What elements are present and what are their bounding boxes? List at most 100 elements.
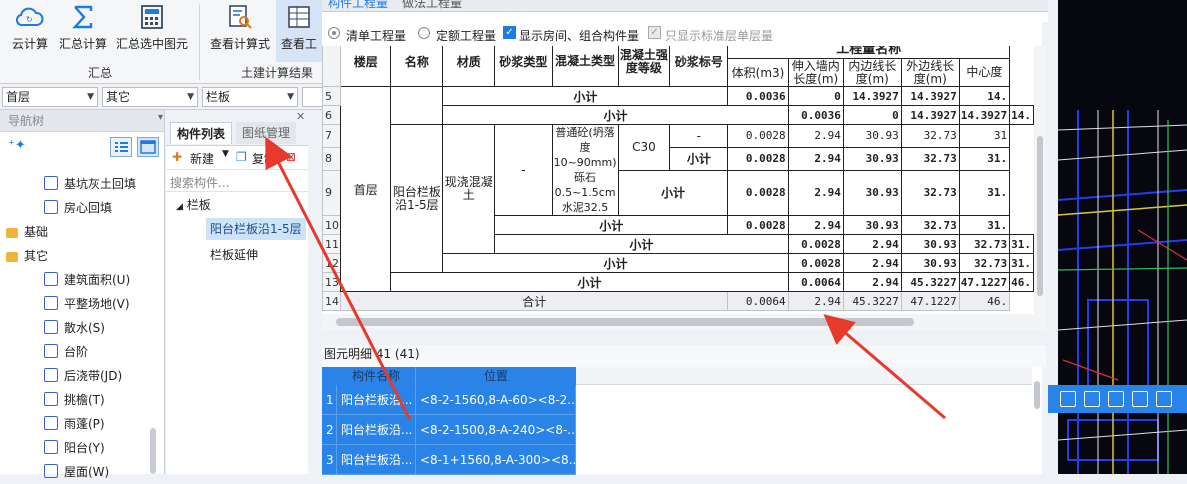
tab-component-qty[interactable]: 构件工程量 [328,0,388,11]
detail-col-pos[interactable]: 位置 [416,367,576,385]
checkbox-show-room[interactable]: ✓ [503,26,516,39]
tab-method-qty[interactable]: 做法工程量 [402,0,462,11]
header-floor: 楼层 [339,46,392,87]
table-icon [284,2,314,32]
nav-item-label: 后浇带(JD) [64,369,123,383]
sigma-icon [68,2,98,32]
check-icon[interactable] [1108,391,1124,407]
cell-outer: 32.73 [900,169,960,216]
extra-select[interactable] [302,87,322,107]
nav-item[interactable]: 房心回填 [44,196,112,220]
nav-item[interactable]: 基坑灰土回填 [44,172,136,196]
tab-component-list[interactable]: 构件列表 [170,122,233,144]
nav-item[interactable]: 其它 [6,244,48,268]
row-number: 14 [322,291,341,311]
search-input[interactable]: 搜索构件... [170,174,229,191]
nav-item[interactable]: 基础 [6,220,48,244]
options-bar: 清单工程量 定额工程量 ✓ 显示房间、组合构件量 ✓ 只显示标准层单层量 [322,22,1042,46]
floor-select[interactable]: 首层 ▼ [2,87,98,107]
collapse-icon[interactable]: ◢ [176,202,183,212]
export-icon[interactable] [1156,391,1172,407]
new-button[interactable]: 新建 [190,150,214,167]
cell-center: 31. [958,146,1011,171]
nav-tree-toolbar: ⁺✦ [0,132,164,162]
pane-splitter[interactable] [322,330,1046,345]
detail-row-number[interactable]: 3 [322,445,337,475]
checkbox-std-floor[interactable]: ✓ [648,26,661,39]
formula-search-icon [225,2,255,32]
sum-calc-button[interactable]: 汇总计算 [56,0,110,62]
chevron-down-icon: ▼ [287,92,294,102]
detail-row-pos[interactable]: <8-2-1560,8-A-60><8-2... [416,385,576,415]
view-formula-button[interactable]: 查看计算式 [208,0,272,62]
component-search[interactable]: 搜索构件... [166,170,308,192]
nav-item[interactable]: 台阶 [44,340,88,364]
detail-row-pos[interactable]: <8-2-1500,8-A-240><8-... [416,415,576,445]
nav-item-label: 台阶 [64,345,89,359]
save-icon[interactable] [1132,391,1148,407]
row-number: 6 [322,105,341,125]
detail-row-number[interactable]: 1 [322,385,337,415]
detail-row-name[interactable]: 阳台栏板沿... [337,415,416,445]
pin-icon[interactable]: ▾ [158,112,163,123]
cell-outer: 32.73 [900,146,960,171]
expand-icon[interactable]: ⁺✦ [8,138,26,153]
detail-scrollbar[interactable] [1034,381,1040,409]
cell-inner: 30.93 [842,146,902,171]
tab-drawing-manage[interactable]: 图纸管理 [236,122,297,144]
nav-item[interactable]: 挑檐(T) [44,388,105,412]
detail-row-pos[interactable]: <8-1+1560,8-A-300><8... [416,445,576,475]
detail-title: 图元明细 [324,347,373,361]
list-view-icon[interactable] [110,137,132,157]
nav-item[interactable]: 建筑面积(U) [44,268,130,292]
detail-view-icon[interactable] [137,137,159,157]
nav-item[interactable]: 屋面(W) [44,460,109,484]
cell-inner: 14.3927 [842,86,902,106]
detail-col-name[interactable]: 构件名称 [337,367,416,385]
cloud-calc-button[interactable]: ↻ 云计算 [8,0,52,62]
table-vscroll-thumb[interactable] [1037,136,1043,296]
group-node[interactable]: ◢ 栏板 [176,196,211,213]
close-icon[interactable]: ✕ [296,110,305,123]
cell-center: 31. [958,215,1011,235]
nav-item[interactable]: 阳台(Y) [44,436,105,460]
component-item[interactable]: 栏板延伸 [210,244,258,266]
nav-item[interactable]: 平整场地(V) [44,292,130,316]
row-number: 10 [322,215,341,235]
detail-row-name[interactable]: 阳台栏板沿... [337,385,416,415]
pit-backfill-icon [44,176,58,190]
copy-button[interactable]: 复制 [252,150,276,167]
cell-center: 14. [1009,105,1034,125]
nav-item[interactable]: 雨蓬(P) [44,412,105,436]
category-select[interactable]: 其它 ▼ [102,87,198,107]
type-select[interactable]: 栏板 ▼ [202,87,298,107]
view-quantity-button[interactable]: 查看工 [276,0,322,62]
nav-tree-header: 导航树 [0,110,164,132]
sum-selected-button[interactable]: 汇总选中图元 [114,0,190,62]
radio-list-qty[interactable] [328,27,340,39]
delete-icon[interactable]: ⊠ [286,150,296,164]
radio-quota-qty[interactable] [418,27,430,39]
component-item-selected[interactable]: 阳台栏板沿1-5层 [206,218,306,240]
detail-corner [322,367,337,385]
cell-center: 31. [1009,234,1034,254]
quantity-table: 楼层 名称 材质 砂浆类型 混凝土类型 混凝土强度等级 砂浆标号 工程量名称 体… [322,46,1034,311]
apron-icon [44,320,58,334]
doc-icon[interactable] [1060,391,1076,407]
ribbon-toolbar: ↻ 云计算 汇总计算 汇总选中图元 查看计算式 查看工 汇总 土建计算结果 [0,0,322,84]
header-inner-len: 内边线长度(m) [842,58,902,87]
cell-subtotal: 小计 [442,105,789,125]
ribbon-divider [199,4,200,80]
cell-center: 14. [958,86,1011,106]
copy-icon[interactable] [1084,391,1100,407]
cell-total: 合计 [339,291,729,311]
detail-row-number[interactable]: 2 [322,415,337,445]
nav-item[interactable]: 后浇带(JD) [44,364,122,388]
chevron-down-icon[interactable]: ▼ [222,149,229,159]
cell-embed: 2.94 [787,169,844,216]
detail-row-name[interactable]: 阳台栏板沿... [337,445,416,475]
nav-scrollbar[interactable] [150,428,156,474]
nav-item[interactable]: 散水(S) [44,316,105,340]
table-hscroll-thumb[interactable] [336,318,914,326]
radio-quota-qty-label: 定额工程量 [436,29,497,43]
